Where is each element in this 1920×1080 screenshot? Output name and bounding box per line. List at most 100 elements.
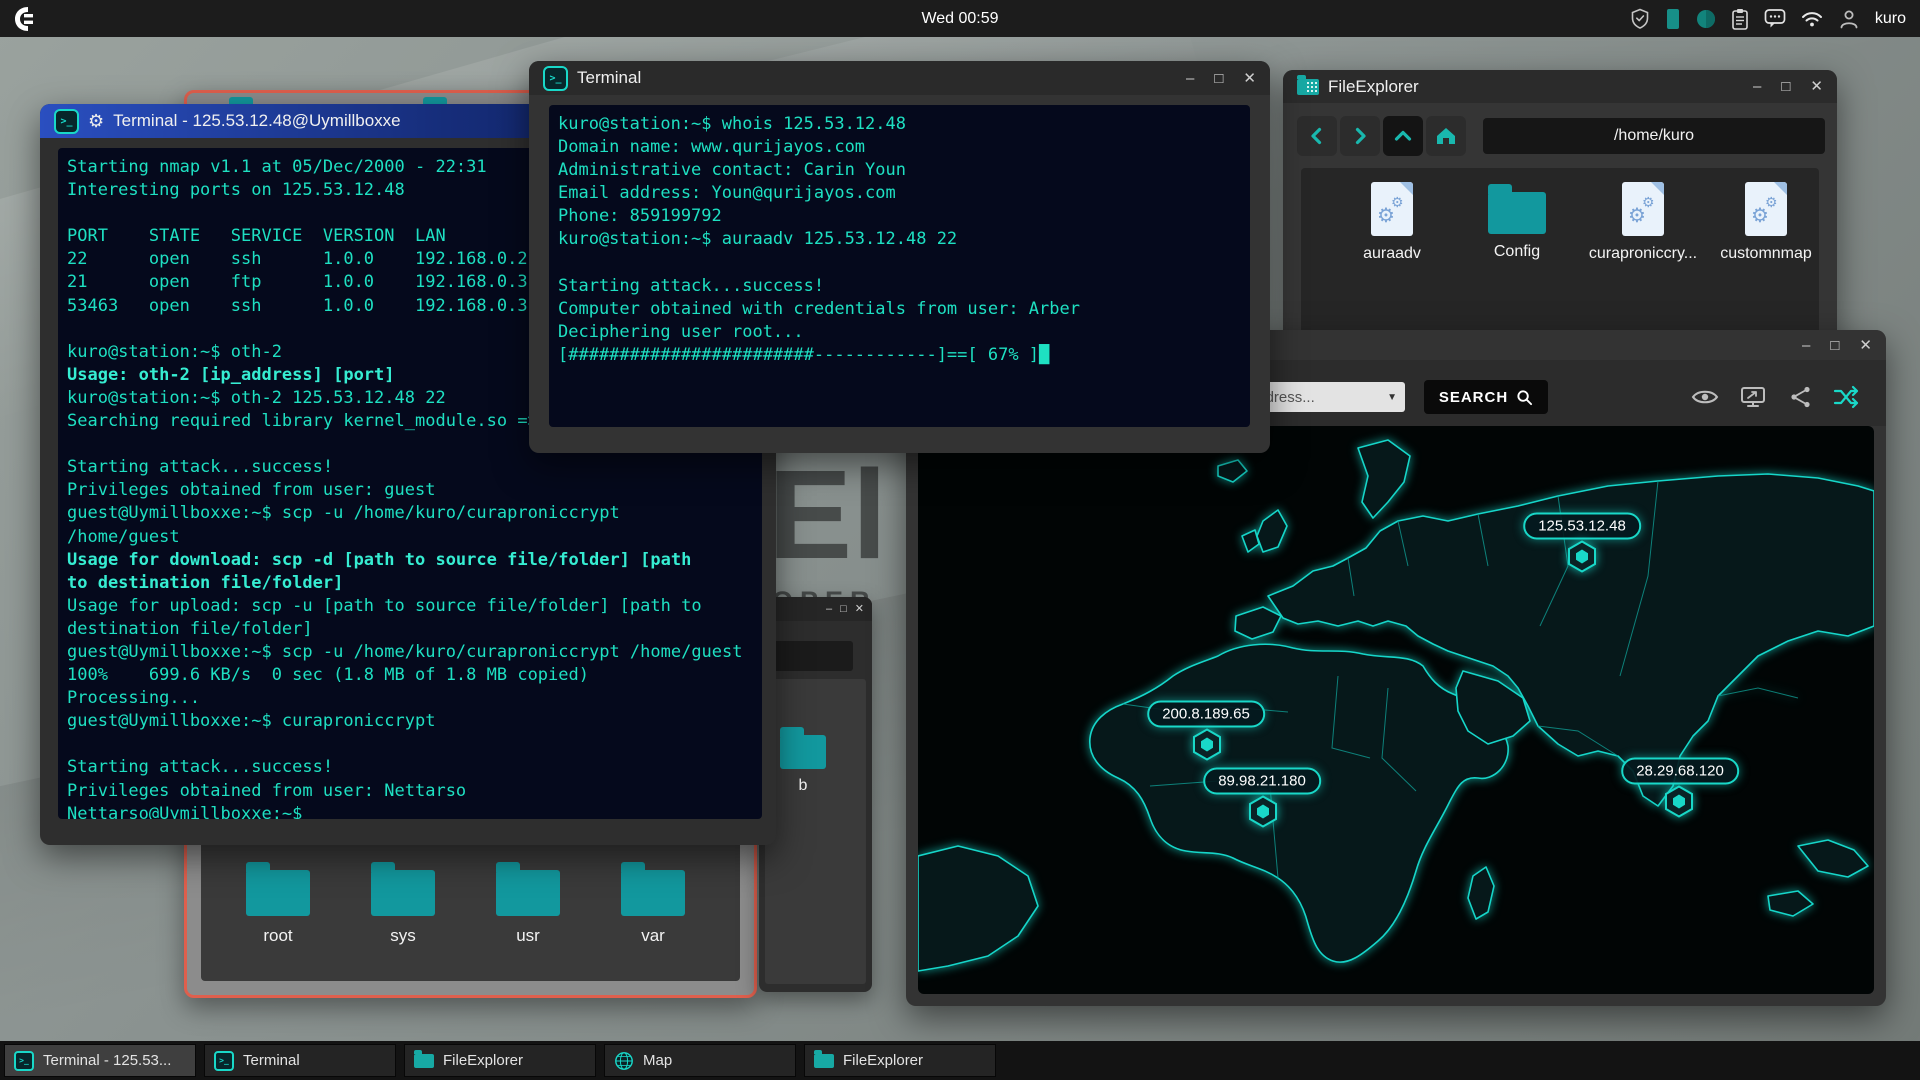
taskbar-item-terminal[interactable]: Terminal — [204, 1044, 396, 1077]
close-button[interactable]: ✕ — [855, 604, 864, 615]
file-list-panel: auraadv Config curaproniccry... customnm… — [1301, 168, 1819, 336]
path-field[interactable]: /home/kuro — [1483, 118, 1825, 154]
close-button[interactable]: ✕ — [1243, 71, 1256, 86]
home-icon — [1435, 126, 1457, 146]
search-button[interactable]: SEARCH — [1424, 380, 1548, 414]
map-node-hexagon-icon[interactable] — [1248, 795, 1278, 834]
terminal-line: to destination file/folder] — [67, 572, 753, 595]
file-explorer-icon — [1297, 79, 1319, 95]
executable-file-icon — [1622, 182, 1664, 236]
file-item-auraadv[interactable]: auraadv — [1332, 182, 1452, 263]
maximize-button[interactable]: □ — [1830, 338, 1839, 353]
gear-icon — [1642, 195, 1655, 209]
taskbar-item-fileexplorer-2[interactable]: FileExplorer — [804, 1044, 996, 1077]
file-explorer-titlebar[interactable]: FileExplorer – □ ✕ — [1283, 70, 1837, 103]
share-button[interactable] — [1782, 380, 1820, 414]
map-node-hexagon-icon[interactable] — [1664, 785, 1694, 824]
map-marker-ip[interactable]: 200.8.189.65 — [1147, 701, 1265, 728]
file-item-customnmap[interactable]: customnmap — [1706, 182, 1826, 263]
minimize-button[interactable]: – — [1802, 338, 1810, 353]
forward-button[interactable] — [1340, 116, 1380, 156]
chevron-down-icon: ▼ — [1387, 392, 1397, 403]
clipboard-icon[interactable] — [1731, 8, 1749, 30]
terminal-icon — [14, 1051, 34, 1071]
share-icon — [1789, 385, 1813, 409]
terminal-line: Administrative contact: Carin Youn — [558, 159, 1241, 182]
gear-icon — [1391, 195, 1404, 209]
eye-button[interactable] — [1686, 380, 1724, 414]
maximize-button[interactable]: □ — [840, 604, 847, 615]
folder-item-b[interactable]: b — [767, 725, 839, 795]
terminal-icon — [543, 66, 568, 91]
os-logo-icon — [14, 6, 38, 32]
status-tray: kuro — [1630, 8, 1906, 30]
status-circle-icon[interactable] — [1696, 9, 1716, 29]
file-explorer-window[interactable]: FileExplorer – □ ✕ /home/kuro auraadv — [1283, 70, 1837, 370]
terminal-line: Privileges obtained from user: guest — [67, 479, 753, 502]
folder-item-var[interactable]: var — [621, 860, 685, 946]
folder-item-config[interactable]: Config — [1457, 182, 1577, 261]
shuffle-icon — [1833, 385, 1861, 409]
taskbar-item-label: FileExplorer — [443, 1052, 523, 1069]
taskbar-item-label: FileExplorer — [843, 1052, 923, 1069]
taskbar-item-map[interactable]: Map — [604, 1044, 796, 1077]
terminal-line: guest@Uymillboxxe:~$ scp -u /home/kuro/c… — [67, 502, 753, 525]
minimize-button[interactable]: – — [1186, 71, 1194, 86]
terminal-line: Email address: Youn@qurijayos.com — [558, 182, 1241, 205]
terminal-local-titlebar[interactable]: Terminal – □ ✕ — [529, 61, 1270, 95]
maximize-button[interactable]: □ — [1214, 71, 1223, 86]
map-marker-ip[interactable]: 125.53.12.48 — [1523, 513, 1641, 540]
minimize-button[interactable]: – — [1753, 79, 1761, 94]
close-button[interactable]: ✕ — [1859, 338, 1872, 353]
terminal-output[interactable]: kuro@station:~$ whois 125.53.12.48Domain… — [549, 105, 1250, 427]
shield-check-icon[interactable] — [1630, 8, 1650, 29]
wifi-icon[interactable] — [1801, 10, 1823, 28]
wallpaper-logo-text: El — [768, 452, 887, 578]
terminal-line: kuro@station:~$ auraadv 125.53.12.48 22 — [558, 228, 1241, 251]
path-field[interactable] — [765, 641, 853, 671]
executable-file-icon — [1745, 182, 1787, 236]
folder-item-root[interactable]: root — [246, 860, 310, 946]
terminal-line: Starting attack...success! — [67, 456, 753, 479]
map-node-hexagon-icon[interactable] — [1567, 540, 1597, 579]
terminal-icon — [54, 109, 79, 134]
terminal-line: 100% 699.6 KB/s 0 sec (1.8 MB of 1.8 MB … — [67, 664, 753, 687]
shuffle-button[interactable] — [1828, 380, 1866, 414]
file-label: auraadv — [1363, 245, 1421, 263]
folder-icon — [621, 870, 685, 916]
folder-icon — [814, 1054, 834, 1068]
eye-icon — [1691, 387, 1719, 407]
home-button[interactable] — [1426, 116, 1466, 156]
minimize-button[interactable]: – — [826, 604, 832, 615]
close-button[interactable]: ✕ — [1810, 79, 1823, 94]
map-node-hexagon-icon[interactable] — [1192, 728, 1222, 767]
terminal-line: guest@Uymillboxxe:~$ curaproniccrypt — [67, 710, 753, 733]
folder-item-sys[interactable]: sys — [371, 860, 435, 946]
file-label: curaproniccry... — [1589, 245, 1697, 263]
terminal-line — [558, 252, 1241, 275]
taskbar-item-label: Terminal — [243, 1052, 300, 1069]
chat-icon[interactable] — [1764, 8, 1786, 29]
back-button[interactable] — [1297, 116, 1337, 156]
window-buttons: – □ ✕ — [826, 604, 864, 615]
battery-icon[interactable] — [1665, 8, 1681, 30]
taskbar-item-terminal-remote[interactable]: Terminal - 125.53... — [4, 1044, 196, 1077]
file-item-curaproniccrypt[interactable]: curaproniccry... — [1583, 182, 1703, 263]
world-map-graphic — [918, 426, 1874, 994]
avatar-icon[interactable] — [1838, 8, 1860, 30]
maximize-button[interactable]: □ — [1781, 79, 1790, 94]
gear-icon — [88, 112, 104, 130]
taskbar-item-fileexplorer[interactable]: FileExplorer — [404, 1044, 596, 1077]
map-marker-ip[interactable]: 28.29.68.120 — [1621, 758, 1739, 785]
up-button[interactable] — [1383, 116, 1423, 156]
terminal-local-window[interactable]: Terminal – □ ✕ kuro@station:~$ whois 125… — [529, 61, 1270, 453]
terminal-line: Domain name: www.qurijayos.com — [558, 136, 1241, 159]
remote-display-button[interactable] — [1734, 380, 1772, 414]
taskbar-item-label: Map — [643, 1052, 672, 1069]
folder-item-usr[interactable]: usr — [496, 860, 560, 946]
map-marker-ip[interactable]: 89.98.21.180 — [1203, 768, 1321, 795]
terminal-line: Processing... — [67, 687, 753, 710]
folder-icon — [496, 870, 560, 916]
world-map[interactable]: 125.53.12.48 200.8.189.65 89.98.21.180 2… — [918, 426, 1874, 994]
username-label: kuro — [1875, 10, 1906, 28]
